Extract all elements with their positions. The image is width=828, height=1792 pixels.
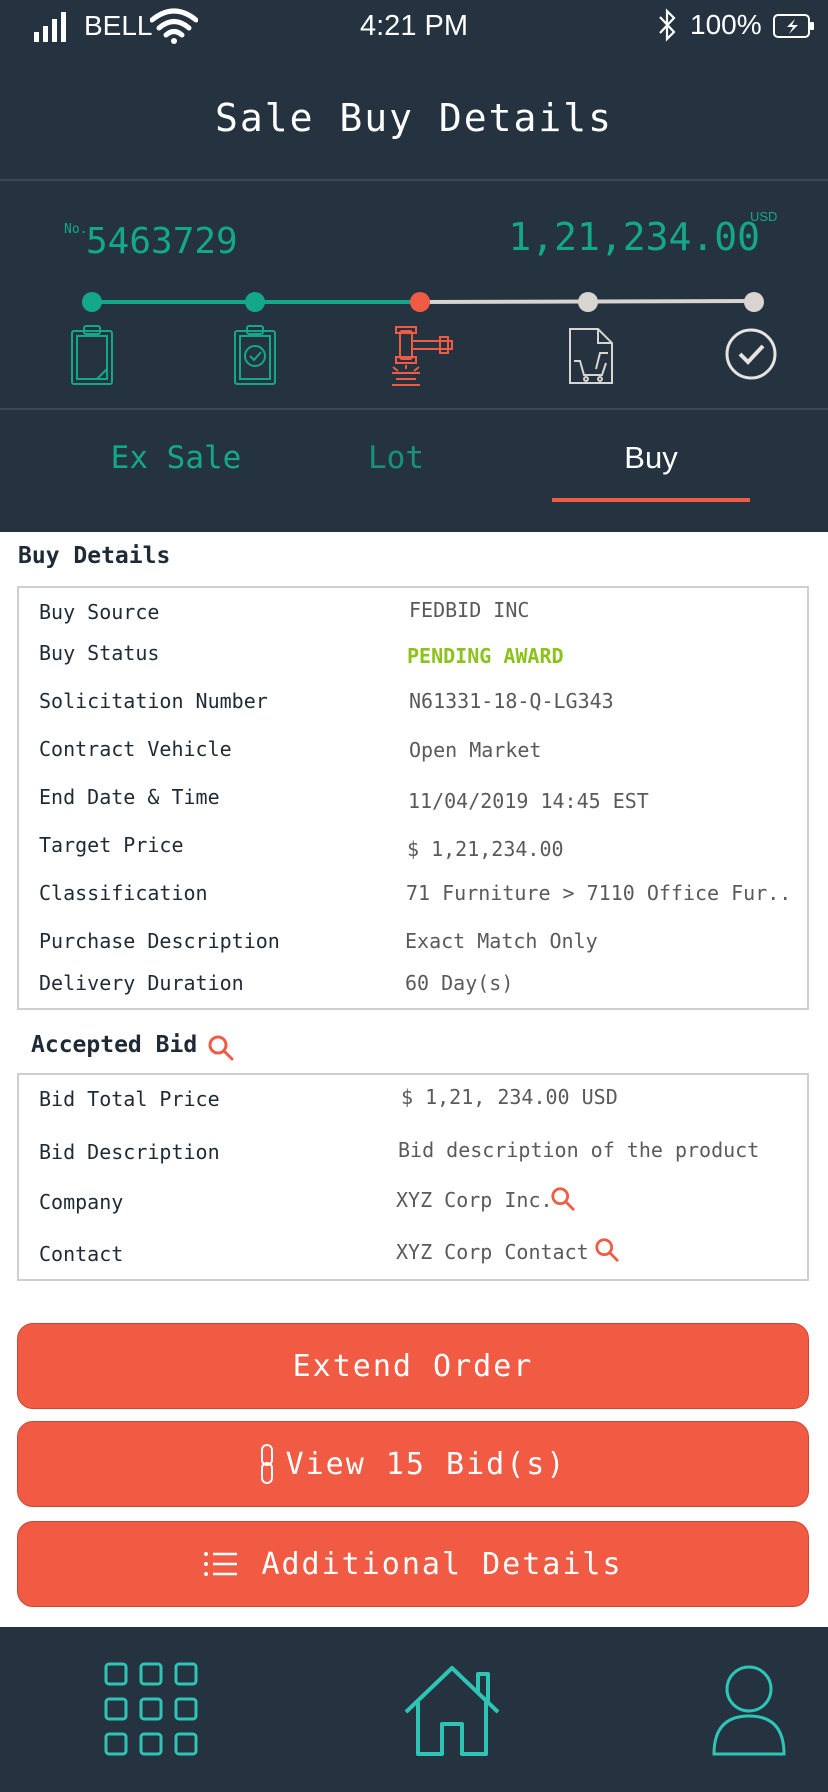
bottom-navigation — [0, 1627, 828, 1792]
bid-total-price-value: $ 1,21, 234.00 USD — [401, 1085, 618, 1109]
check-circle-icon — [725, 328, 777, 380]
buy-status-value: PENDING AWARD — [407, 644, 564, 668]
buy-details-card: Buy Source FEDBID INC Buy Status PENDING… — [17, 586, 809, 1010]
contact-value: XYZ Corp Contact — [396, 1240, 589, 1264]
buy-source-value: FEDBID INC — [409, 598, 530, 622]
accepted-bid-card: Bid Total Price $ 1,21, 234.00 USD Bid D… — [17, 1073, 809, 1281]
bluetooth-icon — [659, 8, 676, 42]
view-bids-button[interactable]: View 15 Bid(s) — [17, 1421, 809, 1507]
profile-icon[interactable] — [712, 1664, 786, 1756]
home-icon[interactable] — [402, 1662, 502, 1757]
accepted-bid-search-icon[interactable] — [207, 1034, 235, 1062]
list-icon — [204, 1552, 238, 1576]
additional-details-label: Additional Details — [261, 1546, 623, 1582]
clipboard-icon — [71, 325, 113, 385]
contract-vehicle-value: Open Market — [409, 738, 542, 762]
classification-value: 71 Furniture > 7110 Office Fur.. — [406, 881, 792, 905]
step-dot-3 — [410, 292, 430, 312]
extend-order-label: Extend Order — [292, 1348, 534, 1384]
app-header: Sale Buy Details — [0, 52, 828, 181]
purchase-description-value: Exact Match Only — [405, 929, 598, 953]
page-title: Sale Buy Details — [214, 96, 614, 140]
progress-tracker — [71, 292, 777, 386]
buy-source-label: Buy Source — [39, 600, 160, 624]
cart-document-icon — [569, 328, 613, 384]
step-dot-1 — [82, 292, 102, 312]
company-label: Company — [39, 1190, 124, 1214]
end-date-label: End Date & Time — [39, 785, 220, 809]
step-dot-5 — [744, 292, 764, 312]
gavel-icon — [392, 326, 453, 386]
accepted-bid-title: Accepted Bid — [31, 1032, 197, 1058]
contact-label: Contact — [39, 1242, 124, 1266]
company-search-icon[interactable] — [550, 1186, 576, 1212]
battery-icon — [773, 14, 814, 38]
step-dot-4 — [578, 292, 598, 312]
additional-details-button[interactable]: Additional Details — [17, 1521, 809, 1607]
view-bids-label: View 15 Bid(s) — [285, 1446, 567, 1482]
contact-search-icon[interactable] — [594, 1237, 620, 1263]
extend-order-button[interactable]: Extend Order — [17, 1323, 809, 1409]
order-summary: No. 5463729 USD 1,21,234.00 — [0, 181, 828, 410]
bid-total-price-label: Bid Total Price — [39, 1087, 220, 1111]
solicitation-number-label: Solicitation Number — [39, 689, 268, 713]
delivery-duration-value: 60 Day(s) — [405, 971, 514, 995]
step-dot-2 — [245, 292, 265, 312]
grid-icon[interactable] — [104, 1662, 198, 1756]
link-icon — [260, 1444, 273, 1484]
battery-percent: 100% — [690, 9, 762, 40]
company-value: XYZ Corp Inc. — [396, 1188, 553, 1212]
target-price-value: $ 1,21,234.00 — [407, 837, 564, 861]
delivery-duration-label: Delivery Duration — [39, 971, 244, 995]
classification-label: Classification — [39, 881, 208, 905]
accepted-bid-title-text: Accepted Bid — [31, 1032, 198, 1058]
contract-vehicle-label: Contract Vehicle — [39, 737, 232, 761]
active-tab-indicator — [552, 498, 750, 502]
buy-status-label: Buy Status — [39, 641, 160, 665]
end-date-value: 11/04/2019 14:45 EST — [408, 789, 649, 813]
tab-ex-sale[interactable]: Ex Sale — [96, 440, 256, 476]
clipboard-check-icon — [234, 325, 276, 385]
buy-details-title: Buy Details — [18, 543, 171, 569]
status-bar: BELL 4:21 PM 100% — [0, 0, 828, 52]
tab-lot[interactable]: Lot — [336, 440, 456, 476]
purchase-description-label: Purchase Description — [39, 929, 280, 953]
target-price-label: Target Price — [39, 833, 184, 857]
tab-buy[interactable]: Buy — [552, 440, 750, 476]
solicitation-number-value: N61331-18-Q-LG343 — [409, 689, 614, 713]
tab-bar: Ex Sale Lot Buy — [0, 410, 828, 532]
bid-description-value: Bid description of the product — [398, 1138, 760, 1162]
bid-description-label: Bid Description — [39, 1140, 220, 1164]
